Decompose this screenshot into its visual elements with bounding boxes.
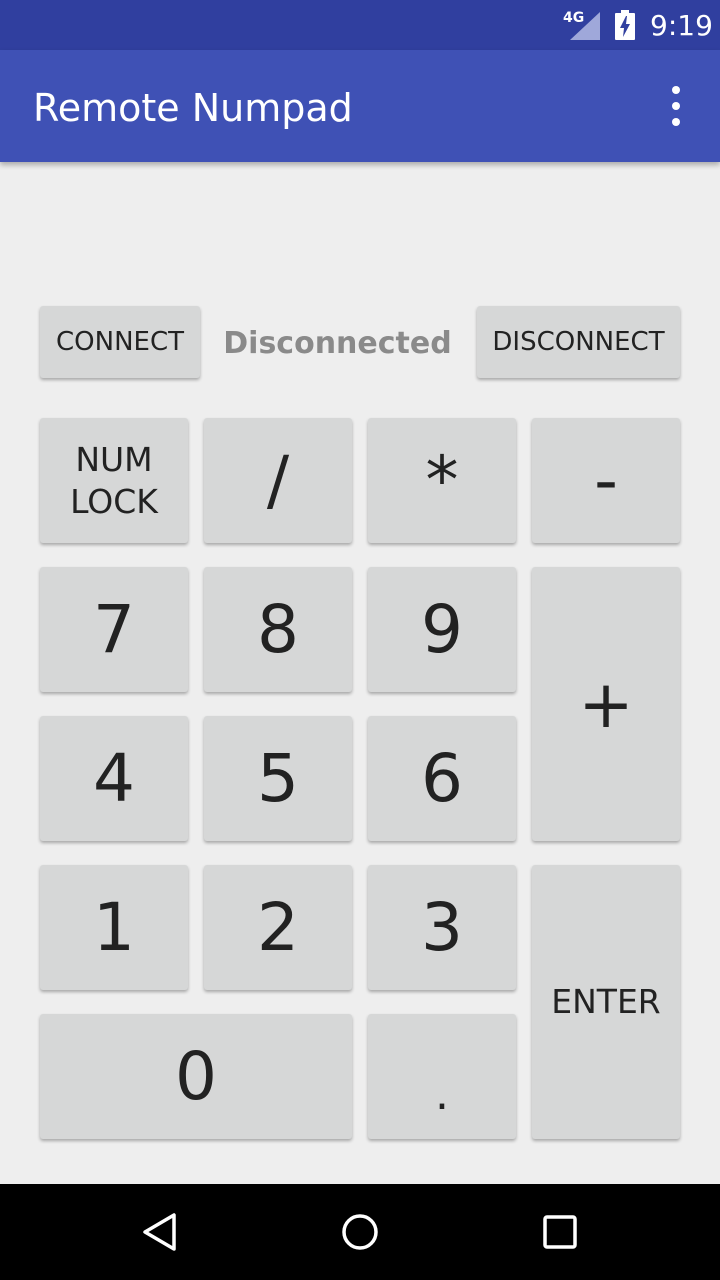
- navigation-bar: [0, 1184, 720, 1280]
- overflow-menu-icon[interactable]: [660, 86, 692, 126]
- disconnect-button[interactable]: DISCONNECT: [477, 306, 680, 378]
- signal-icon: [570, 12, 600, 40]
- key-3[interactable]: 3: [368, 865, 516, 990]
- connect-button[interactable]: CONNECT: [40, 306, 200, 378]
- key-7[interactable]: 7: [40, 567, 188, 692]
- key-4[interactable]: 4: [40, 716, 188, 841]
- home-icon[interactable]: [340, 1212, 380, 1252]
- enter-key[interactable]: ENTER: [532, 865, 680, 1139]
- battery-charging-icon: [615, 10, 635, 40]
- screen: 4G 9:19 Remote Numpad CONNECT Disconnect…: [0, 0, 720, 1280]
- key-2[interactable]: 2: [204, 865, 352, 990]
- multiply-key[interactable]: *: [368, 418, 516, 543]
- minus-key[interactable]: -: [532, 418, 680, 543]
- back-icon[interactable]: [140, 1212, 180, 1252]
- app-title: Remote Numpad: [33, 86, 353, 130]
- key-0[interactable]: 0: [40, 1014, 352, 1139]
- plus-key[interactable]: +: [532, 567, 680, 841]
- recents-icon[interactable]: [540, 1212, 580, 1252]
- app-bar: Remote Numpad: [0, 50, 720, 162]
- key-1[interactable]: 1: [40, 865, 188, 990]
- num-lock-key[interactable]: NUM LOCK: [40, 418, 188, 543]
- key-5[interactable]: 5: [204, 716, 352, 841]
- key-8[interactable]: 8: [204, 567, 352, 692]
- divide-key[interactable]: /: [204, 418, 352, 543]
- decimal-key[interactable]: .: [368, 1014, 516, 1139]
- key-9[interactable]: 9: [368, 567, 516, 692]
- key-6[interactable]: 6: [368, 716, 516, 841]
- clock: 9:19: [650, 9, 713, 42]
- connection-status: Disconnected: [223, 326, 452, 361]
- status-bar: 4G 9:19: [0, 0, 720, 50]
